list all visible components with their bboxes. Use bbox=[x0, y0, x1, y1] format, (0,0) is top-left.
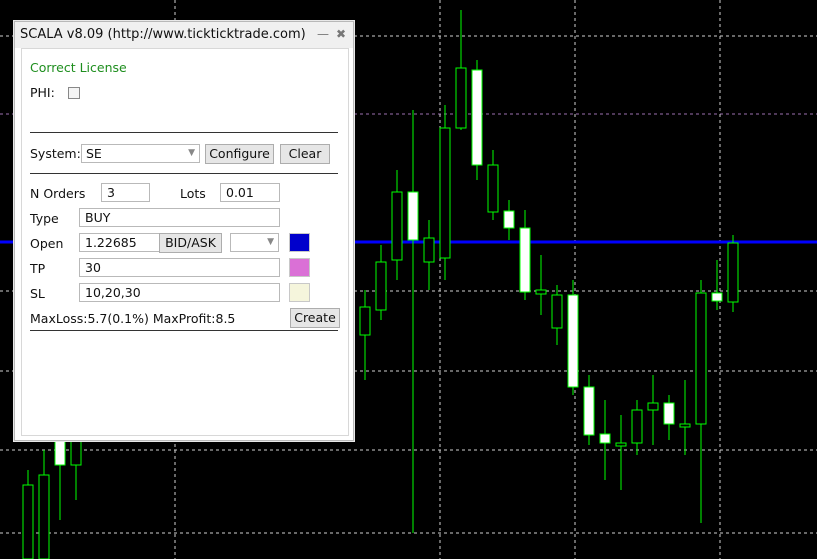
open-price-input[interactable]: 1.22685 bbox=[79, 233, 161, 252]
candle-body bbox=[711, 292, 723, 302]
candle-body bbox=[695, 292, 707, 425]
close-icon[interactable]: ✖ bbox=[336, 27, 346, 41]
open-color-swatch[interactable] bbox=[289, 233, 310, 252]
candle-body bbox=[599, 433, 611, 444]
system-select-value: SE bbox=[86, 146, 102, 161]
candle-body bbox=[70, 439, 82, 466]
divider bbox=[30, 173, 338, 174]
candle-body bbox=[22, 484, 34, 559]
tp-color-swatch[interactable] bbox=[289, 258, 310, 277]
panel-body: Correct License PHI: System: SE ▼ Config… bbox=[21, 48, 349, 436]
candle-body bbox=[679, 423, 691, 428]
phi-checkbox[interactable] bbox=[68, 87, 80, 99]
candle-body bbox=[551, 294, 563, 329]
tp-label: TP bbox=[30, 261, 46, 276]
sl-label: SL bbox=[30, 286, 45, 301]
candle-body bbox=[391, 191, 403, 261]
system-select[interactable]: SE ▼ bbox=[81, 144, 200, 163]
candle-body bbox=[375, 261, 387, 311]
minimize-icon[interactable]: — bbox=[317, 27, 329, 41]
candle-body bbox=[519, 227, 531, 293]
chevron-down-icon: ▼ bbox=[267, 237, 274, 247]
lots-label: Lots bbox=[180, 186, 206, 201]
tp-input[interactable]: 30 bbox=[79, 258, 280, 277]
phi-label: PHI: bbox=[30, 85, 55, 100]
candle-body bbox=[359, 306, 371, 336]
chevron-down-icon: ▼ bbox=[188, 148, 195, 158]
type-input[interactable]: BUY bbox=[79, 208, 280, 227]
system-label: System: bbox=[30, 146, 81, 161]
orders-label: N Orders bbox=[30, 186, 86, 201]
orders-input[interactable]: 3 bbox=[101, 183, 150, 202]
candle-body bbox=[583, 386, 595, 436]
candle-body bbox=[455, 67, 467, 129]
candle-body bbox=[727, 242, 739, 303]
open-label: Open bbox=[30, 236, 64, 251]
bid-ask-button[interactable]: BID/ASK bbox=[159, 233, 222, 253]
sl-color-swatch[interactable] bbox=[289, 283, 310, 302]
open-select[interactable]: ▼ bbox=[230, 233, 279, 252]
candle-body bbox=[615, 442, 627, 447]
candle-body bbox=[631, 409, 643, 444]
candle-body bbox=[471, 69, 483, 166]
scala-panel: SCALA v8.09 (http://www.tickticktrade.co… bbox=[14, 21, 354, 441]
candle-body bbox=[439, 127, 451, 259]
candle-body bbox=[663, 402, 675, 425]
candle-body bbox=[567, 294, 579, 388]
candle-body bbox=[647, 402, 659, 411]
create-button[interactable]: Create bbox=[290, 308, 340, 328]
divider bbox=[30, 330, 338, 331]
candle-body bbox=[423, 237, 435, 263]
candle-body bbox=[38, 474, 50, 559]
sl-input[interactable]: 10,20,30 bbox=[79, 283, 280, 302]
candle-body bbox=[407, 191, 419, 241]
window-title: SCALA v8.09 (http://www.tickticktrade.co… bbox=[20, 27, 306, 42]
risk-summary: MaxLoss:5.7(0.1%) MaxProfit:8.5 bbox=[30, 311, 236, 326]
divider bbox=[30, 132, 338, 133]
title-bar[interactable]: SCALA v8.09 (http://www.tickticktrade.co… bbox=[15, 22, 353, 48]
clear-button[interactable]: Clear bbox=[280, 144, 330, 164]
candle-body bbox=[503, 210, 515, 229]
candle-body bbox=[54, 439, 66, 466]
license-status: Correct License bbox=[30, 60, 127, 75]
lots-input[interactable]: 0.01 bbox=[220, 183, 280, 202]
candle-body bbox=[487, 164, 499, 213]
candle-body bbox=[535, 289, 547, 295]
configure-button[interactable]: Configure bbox=[205, 144, 274, 164]
type-label: Type bbox=[30, 211, 59, 226]
